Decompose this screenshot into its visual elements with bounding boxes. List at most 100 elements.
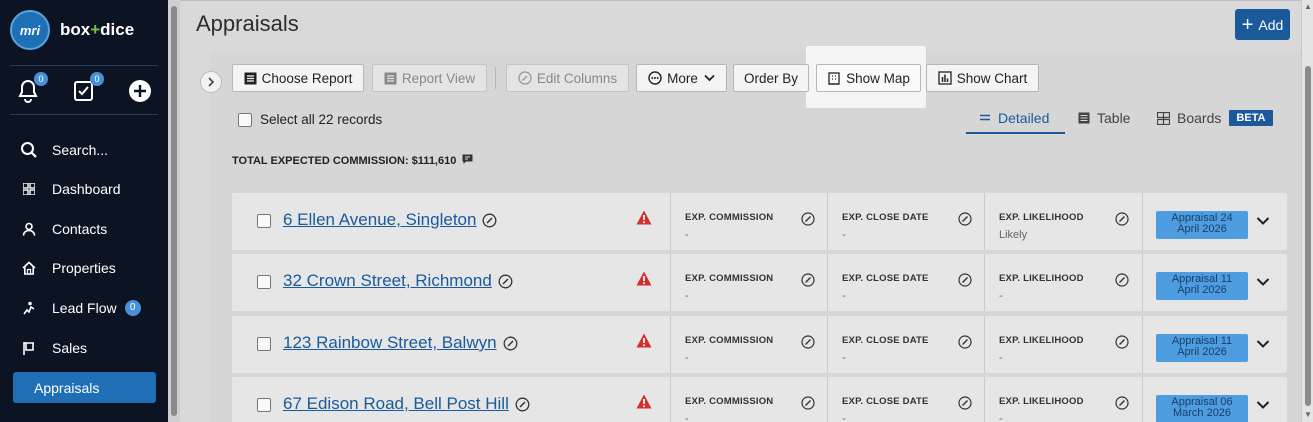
table-icon xyxy=(1078,112,1090,124)
report-icon xyxy=(244,72,257,85)
expand-row-chevron-icon[interactable] xyxy=(1256,274,1270,292)
edit-icon[interactable] xyxy=(958,212,972,231)
dashboard-grid-icon xyxy=(20,180,38,198)
status-line2: April 2026 xyxy=(1177,284,1227,296)
report-view-button[interactable]: Report View xyxy=(372,64,487,92)
logo-text: mri xyxy=(19,22,41,38)
table-row[interactable]: 6 Ellen Avenue, Singleton EXP. COMMISSIO… xyxy=(232,193,1287,250)
cell-value: - xyxy=(999,290,1003,302)
expand-row-chevron-icon[interactable] xyxy=(1256,336,1270,354)
scrollbar-thumb[interactable] xyxy=(171,6,177,416)
exp-close-date-cell: EXP. CLOSE DATE - xyxy=(827,377,984,422)
home-icon xyxy=(20,259,38,277)
edit-icon[interactable] xyxy=(801,273,815,292)
tab-boards[interactable]: Boards BETA xyxy=(1157,110,1273,126)
chevron-right-icon xyxy=(208,77,215,87)
scrollbar-thumb[interactable] xyxy=(1305,66,1311,406)
edit-icon[interactable] xyxy=(958,273,972,292)
row-checkbox[interactable] xyxy=(257,337,271,351)
person-icon xyxy=(20,220,38,238)
cell-value: - xyxy=(842,352,846,364)
chevron-down-icon xyxy=(704,74,715,82)
plus-icon: + xyxy=(1241,13,1254,36)
expand-row-chevron-icon[interactable] xyxy=(1256,213,1270,231)
total-commission: TOTAL EXPECTED COMMISSION: $111,610 xyxy=(232,154,473,168)
more-button[interactable]: More xyxy=(636,64,727,92)
edit-icon[interactable] xyxy=(503,336,518,351)
edit-icon[interactable] xyxy=(515,397,530,412)
edit-icon[interactable] xyxy=(482,213,497,228)
sidebar-item-lead-flow[interactable]: Lead Flow 0 xyxy=(0,290,168,326)
tab-detailed[interactable]: Detailed xyxy=(980,110,1049,126)
sidebar-item-contacts[interactable]: Contacts xyxy=(0,211,168,247)
sidebar-item-label: Search... xyxy=(52,142,109,158)
sidebar-item-label: Dashboard xyxy=(52,181,121,197)
show-map-button[interactable]: Show Map xyxy=(816,64,921,92)
property-address-link[interactable]: 32 Crown Street, Richmond xyxy=(283,271,513,291)
edit-icon[interactable] xyxy=(1115,212,1129,231)
select-all-checkbox[interactable] xyxy=(238,112,252,127)
edit-columns-button[interactable]: Edit Columns xyxy=(506,64,629,92)
sidebar-item-search[interactable]: Search... xyxy=(0,132,168,168)
property-address-link[interactable]: 67 Edison Road, Bell Post Hill xyxy=(283,394,530,414)
edit-icon[interactable] xyxy=(1115,273,1129,292)
create-button[interactable] xyxy=(128,78,156,106)
edit-icon[interactable] xyxy=(958,396,972,415)
page-title: Appraisals xyxy=(196,11,299,36)
edit-icon[interactable] xyxy=(498,274,513,289)
column-label: EXP. COMMISSION xyxy=(685,273,774,284)
main-scrollbar[interactable]: ▲ ▼ xyxy=(1301,0,1313,422)
address-text[interactable]: 123 Rainbow Street, Balwyn xyxy=(283,333,497,353)
status-badge: Appraisal 24 April 2026 xyxy=(1156,211,1248,239)
scroll-up-icon[interactable]: ▲ xyxy=(1304,2,1312,11)
tab-detailed-label: Detailed xyxy=(998,110,1050,126)
sidebar-item-properties[interactable]: Properties xyxy=(0,250,168,286)
row-checkbox[interactable] xyxy=(257,275,271,289)
row-checkbox[interactable] xyxy=(257,214,271,228)
order-by-button[interactable]: Order By xyxy=(733,64,809,92)
divider xyxy=(10,114,158,115)
row-checkbox[interactable] xyxy=(257,398,271,412)
sidebar-item-label: Sales xyxy=(52,340,88,356)
address-text[interactable]: 6 Ellen Avenue, Singleton xyxy=(283,210,476,230)
notifications-button[interactable]: 0 xyxy=(16,72,48,106)
address-text[interactable]: 67 Edison Road, Bell Post Hill xyxy=(283,394,509,414)
scroll-down-icon[interactable]: ▼ xyxy=(1304,410,1312,419)
select-all[interactable]: Select all 22 records xyxy=(238,112,382,127)
column-label: EXP. COMMISSION xyxy=(685,212,774,223)
sidebar-item-appraisals[interactable]: Appraisals xyxy=(13,372,156,403)
tasks-badge: 0 xyxy=(90,72,104,86)
map-building-icon xyxy=(827,71,841,85)
edit-icon[interactable] xyxy=(801,335,815,354)
address-text[interactable]: 32 Crown Street, Richmond xyxy=(283,271,492,291)
report-view-label: Report View xyxy=(401,70,476,86)
edit-icon[interactable] xyxy=(801,396,815,415)
edit-icon[interactable] xyxy=(1115,396,1129,415)
property-address-link[interactable]: 6 Ellen Avenue, Singleton xyxy=(283,210,497,230)
sidebar-item-dashboard[interactable]: Dashboard xyxy=(0,171,168,207)
show-chart-button[interactable]: Show Chart xyxy=(926,64,1039,92)
expand-filters-button[interactable] xyxy=(200,71,222,93)
tasks-button[interactable]: 0 xyxy=(72,72,104,106)
expand-row-chevron-icon[interactable] xyxy=(1256,397,1270,415)
choose-report-button[interactable]: Choose Report xyxy=(232,64,364,92)
edit-columns-label: Edit Columns xyxy=(536,70,618,86)
table-row[interactable]: 67 Edison Road, Bell Post Hill EXP. COMM… xyxy=(232,377,1287,422)
status-line2: April 2026 xyxy=(1177,346,1227,358)
edit-icon[interactable] xyxy=(801,212,815,231)
tab-table[interactable]: Table xyxy=(1078,110,1130,126)
boards-icon xyxy=(1157,111,1170,125)
edit-icon[interactable] xyxy=(1115,335,1129,354)
sidebar-scrollbar[interactable] xyxy=(168,0,180,422)
table-row[interactable]: 123 Rainbow Street, Balwyn EXP. COMMISSI… xyxy=(232,316,1287,373)
sidebar-item-label: Properties xyxy=(52,260,116,276)
edit-icon[interactable] xyxy=(958,335,972,354)
exp-likelihood-cell: EXP. LIKELIHOOD - xyxy=(984,316,1142,373)
comment-icon[interactable] xyxy=(462,154,473,168)
brand[interactable]: mri box+dice xyxy=(10,10,134,50)
add-button[interactable]: + Add xyxy=(1235,9,1290,40)
sidebar-item-sales[interactable]: Sales xyxy=(0,330,168,366)
table-row[interactable]: 32 Crown Street, Richmond EXP. COMMISSIO… xyxy=(232,254,1287,311)
property-address-link[interactable]: 123 Rainbow Street, Balwyn xyxy=(283,333,518,353)
sidebar: mri box+dice 0 0 Search... Dashboard Con… xyxy=(0,0,168,422)
